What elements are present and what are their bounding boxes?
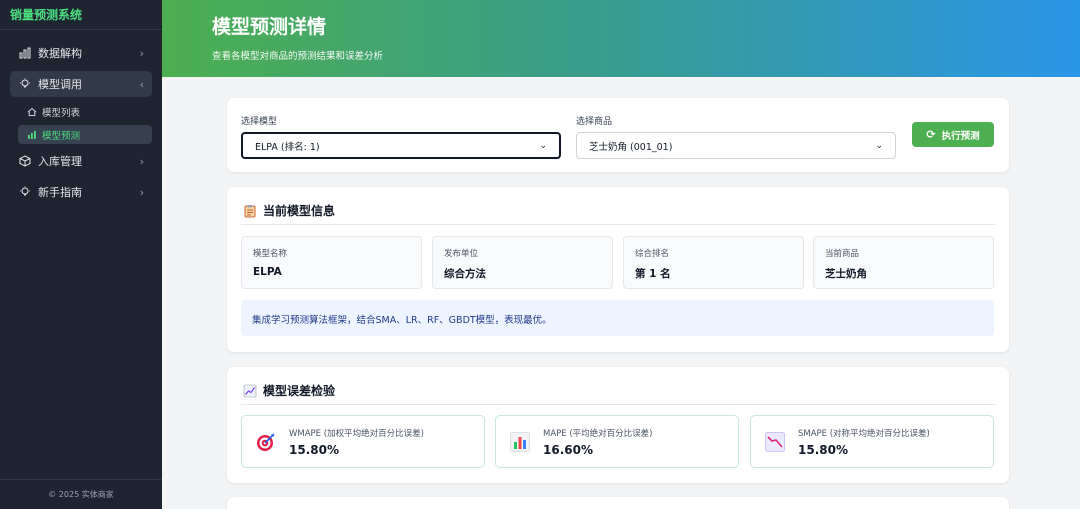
model-description: 集成学习预测算法框架，结合SMA、LR、RF、GBDT模型，表现最优。 bbox=[241, 300, 994, 336]
page-subtitle: 查看各模型对商品的预测结果和误差分析 bbox=[212, 51, 384, 62]
model-info-title-text: 当前模型信息 bbox=[263, 204, 336, 218]
box-icon bbox=[18, 155, 31, 168]
info-publisher: 发布单位 综合方法 bbox=[432, 236, 613, 289]
metric-key: WMAPE (加权平均绝对百分比误差) bbox=[289, 428, 424, 439]
model-field: 选择模型 ELPA (排名: 1) ⌄ bbox=[241, 114, 561, 159]
chevron-down-icon: ⌄ bbox=[875, 140, 883, 151]
divider bbox=[241, 404, 995, 405]
app-brand: 销量预测系统 bbox=[0, 0, 162, 30]
sidebar-item-model[interactable]: 模型调用 ‹ bbox=[10, 71, 152, 97]
info-rank: 综合排名 第 1 名 bbox=[623, 236, 804, 289]
metric-key: MAPE (平均绝对百分比误差) bbox=[543, 428, 653, 439]
model-info-title: 当前模型信息 bbox=[243, 202, 335, 219]
home-icon bbox=[26, 106, 37, 117]
run-prediction-label: 执行预测 bbox=[941, 130, 980, 142]
info-value: 芝士奶角 bbox=[825, 268, 867, 280]
chevron-down-icon: ⌄ bbox=[539, 140, 547, 151]
divider bbox=[241, 224, 995, 225]
page-title: 模型预测详情 bbox=[212, 16, 327, 38]
sidebar-item-label: 入库管理 bbox=[38, 155, 82, 168]
page-header: 模型预测详情 查看各模型对商品的预测结果和误差分析 bbox=[162, 0, 1080, 77]
sidebar-subitem-model-predict[interactable]: 模型预测 bbox=[18, 125, 152, 144]
metric-key: SMAPE (对称平均绝对百分比误差) bbox=[798, 428, 930, 439]
metric-value: 15.80% bbox=[289, 442, 339, 457]
metric-value: 15.80% bbox=[798, 442, 848, 457]
chevron-right-icon: › bbox=[139, 46, 144, 60]
sidebar-subitem-label: 模型列表 bbox=[42, 107, 81, 119]
sidebar-subitem-label: 模型预测 bbox=[42, 130, 81, 142]
sidebar-item-label: 模型调用 bbox=[38, 78, 82, 91]
model-select-value: ELPA (排名: 1) bbox=[255, 141, 320, 153]
sidebar-footer: © 2025 实体商家 bbox=[0, 479, 162, 509]
sidebar-item-warehouse[interactable]: 入库管理 › bbox=[10, 148, 152, 174]
model-select-label: 选择模型 bbox=[241, 117, 278, 127]
error-check-title-text: 模型误差检验 bbox=[263, 384, 336, 398]
trend-chart-icon bbox=[243, 384, 257, 398]
info-key: 模型名称 bbox=[253, 249, 288, 259]
model-select[interactable]: ELPA (排名: 1) ⌄ bbox=[241, 132, 561, 159]
metric-value: 16.60% bbox=[543, 442, 593, 457]
info-key: 当前商品 bbox=[825, 249, 860, 259]
selection-card: 选择模型 ELPA (排名: 1) ⌄ 选择商品 芝士奶角 (001_01) ⌄… bbox=[227, 98, 1009, 172]
info-value: ELPA bbox=[253, 266, 282, 278]
bar-chart-icon bbox=[509, 431, 531, 453]
model-info-card: 当前模型信息 模型名称 ELPA 发布单位 综合方法 综合排名 第 1 名 当前… bbox=[227, 187, 1009, 352]
error-check-card: 模型误差检验 WMAPE (加权平均绝对百分比误差) 15.80% MAPE (… bbox=[227, 367, 1009, 483]
sidebar-item-guide[interactable]: 新手指南 › bbox=[10, 179, 152, 205]
lightbulb-icon bbox=[18, 78, 31, 91]
chart-decreasing-icon bbox=[764, 431, 786, 453]
metric-wmape: WMAPE (加权平均绝对百分比误差) 15.80% bbox=[241, 415, 485, 468]
next-section-card bbox=[227, 497, 1009, 509]
info-product: 当前商品 芝士奶角 bbox=[813, 236, 994, 289]
run-prediction-button[interactable]: ⟳ 执行预测 bbox=[912, 122, 994, 147]
sidebar-item-label: 数据解构 bbox=[38, 47, 82, 60]
sidebar-nav: 数据解构 › 模型调用 ‹ 模型列表 模型预测 入库管理 › 新手指南 › bbox=[0, 30, 162, 205]
sidebar-item-data[interactable]: 数据解构 › bbox=[10, 40, 152, 66]
info-model-name: 模型名称 ELPA bbox=[241, 236, 422, 289]
bar-chart-icon bbox=[18, 47, 31, 60]
metric-mape: MAPE (平均绝对百分比误差) 16.60% bbox=[495, 415, 739, 468]
target-icon bbox=[255, 431, 277, 453]
sidebar-item-label: 新手指南 bbox=[38, 186, 82, 199]
sidebar: 销量预测系统 数据解构 › 模型调用 ‹ 模型列表 模型预测 入库管理 › 新手… bbox=[0, 0, 162, 509]
clipboard-icon bbox=[243, 204, 257, 218]
chevron-right-icon: › bbox=[139, 185, 144, 199]
error-check-title: 模型误差检验 bbox=[243, 382, 335, 399]
info-key: 综合排名 bbox=[635, 249, 670, 259]
product-select[interactable]: 芝士奶角 (001_01) ⌄ bbox=[576, 132, 896, 159]
product-select-label: 选择商品 bbox=[576, 117, 613, 127]
info-value: 第 1 名 bbox=[635, 268, 671, 280]
product-select-value: 芝士奶角 (001_01) bbox=[589, 141, 673, 153]
lightbulb-icon bbox=[18, 186, 31, 199]
sidebar-subitem-model-list[interactable]: 模型列表 bbox=[18, 102, 152, 121]
info-value: 综合方法 bbox=[444, 268, 486, 280]
product-field: 选择商品 芝士奶角 (001_01) ⌄ bbox=[576, 114, 896, 159]
chevron-right-icon: › bbox=[139, 154, 144, 168]
info-key: 发布单位 bbox=[444, 249, 479, 259]
chart-icon bbox=[26, 129, 37, 140]
metric-smape: SMAPE (对称平均绝对百分比误差) 15.80% bbox=[750, 415, 994, 468]
refresh-icon: ⟳ bbox=[926, 128, 936, 141]
chevron-left-icon: ‹ bbox=[139, 77, 144, 91]
